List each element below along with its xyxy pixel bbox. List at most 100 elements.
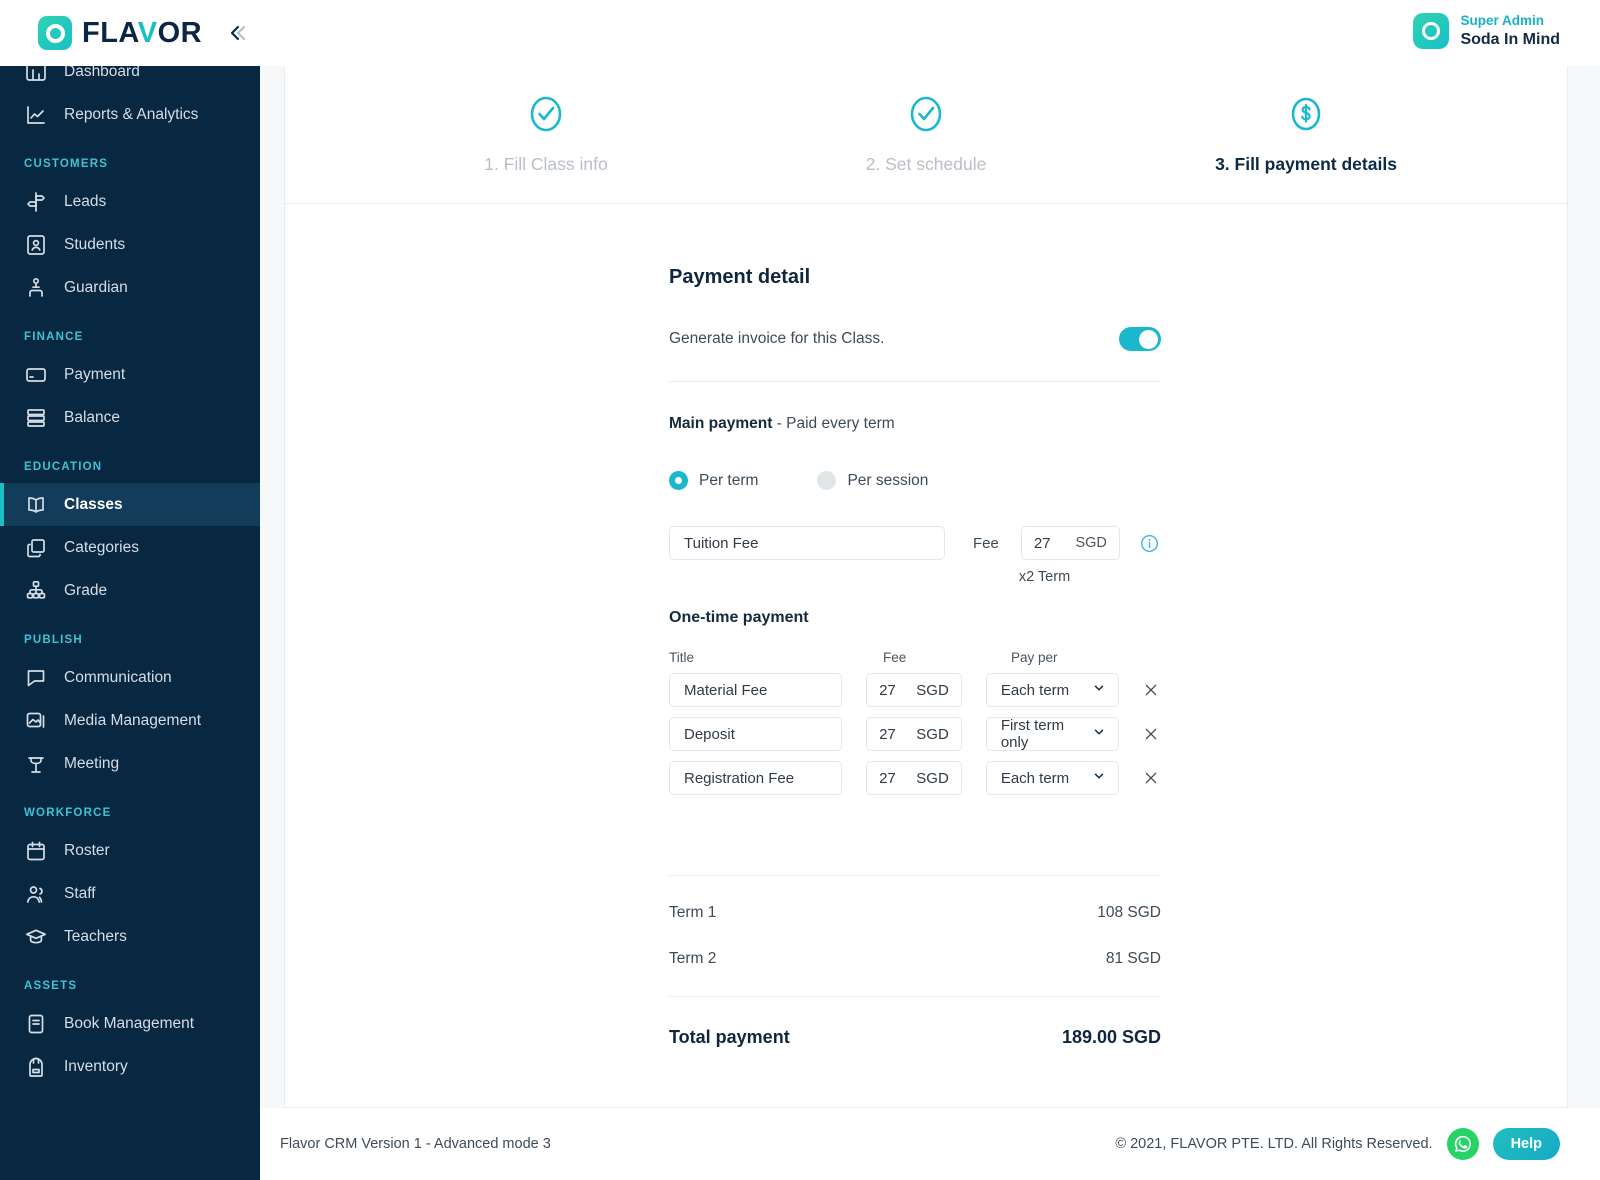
dollar-circle-icon	[1191, 94, 1421, 134]
sidebar-item-leads[interactable]: Leads	[0, 180, 260, 223]
close-x-icon[interactable]	[1141, 767, 1161, 789]
user-avatar-circle-icon	[1413, 13, 1450, 50]
sidebar-item-label: Students	[64, 235, 126, 253]
sidebar-item-label: Balance	[64, 408, 121, 426]
brand-logo[interactable]: FLAVOR	[38, 16, 202, 50]
onetime-pay-per-select[interactable]: Each term	[985, 673, 1120, 707]
tuition-currency: SGD	[1075, 535, 1107, 551]
main-payment-heading-bold: Main payment	[669, 415, 773, 432]
book-icon	[24, 1012, 48, 1036]
main-content: 1. Fill Class info 2. Set schedule 3. Fi…	[260, 58, 1600, 1108]
tuition-amount-value: 27	[1033, 534, 1051, 552]
sidebar-item-categories[interactable]: Categories	[0, 526, 260, 569]
frequency-radio-group: Per term Per session	[669, 471, 1161, 490]
analytics-icon	[24, 103, 48, 127]
sidebar-item-book-management[interactable]: Book Management	[0, 1002, 260, 1045]
sidebar-item-communication[interactable]: Communication	[0, 656, 260, 699]
sidebar-item-balance[interactable]: Balance	[0, 396, 260, 439]
sidebar-item-label: Staff	[64, 884, 96, 902]
close-x-icon[interactable]	[1141, 679, 1161, 701]
step-1[interactable]: 1. Fill Class info	[431, 94, 661, 175]
radio-per-term[interactable]: Per term	[669, 471, 758, 490]
onetime-pay-per-select[interactable]: First term only	[985, 717, 1120, 751]
podium-icon	[24, 752, 48, 776]
sidebar-item-label: Teachers	[64, 927, 127, 945]
onetime-amount-value: 27	[879, 769, 896, 787]
whatsapp-icon[interactable]	[1446, 1128, 1479, 1160]
sidebar-item-classes[interactable]: Classes	[0, 483, 260, 526]
flavor-circle-logo-icon	[38, 16, 72, 50]
step-2-label: 2. Set schedule	[865, 154, 987, 174]
onetime-fee-input[interactable]: 27 SGD	[866, 761, 962, 795]
people-icon	[24, 882, 48, 906]
sidebar-item-meeting[interactable]: Meeting	[0, 742, 260, 785]
radio-per-session[interactable]: Per session	[817, 471, 928, 490]
column-header-title: Title	[669, 650, 695, 665]
balance-sheet-icon	[24, 406, 48, 430]
onetime-title-input[interactable]: Deposit	[669, 717, 843, 751]
sidebar-group-label-finance: FINANCE	[24, 331, 84, 343]
app-root: FLAVOR Super Admin Soda In Mind Dashboar…	[0, 0, 1600, 1180]
main-payment-heading: Main payment - Paid every term	[669, 415, 1161, 433]
tuition-fee-amount-input[interactable]: 27 SGD	[1020, 526, 1120, 560]
user-role: Super Admin	[1460, 13, 1544, 28]
onetime-table-header: Title Fee Pay per	[669, 650, 1161, 665]
info-circle-icon[interactable]	[1140, 534, 1159, 553]
sidebar-item-label: Categories	[64, 538, 139, 556]
sidebar-item-label: Classes	[64, 495, 123, 513]
onetime-pay-per-select[interactable]: Each term	[985, 761, 1120, 795]
sidebar-item-grade[interactable]: Grade	[0, 569, 260, 612]
step-3-label: 3. Fill payment details	[1215, 154, 1397, 174]
chevron-double-left-icon[interactable]	[222, 18, 252, 48]
step-1-label: 1. Fill Class info	[484, 154, 608, 174]
user-profile[interactable]: Super Admin Soda In Mind	[1413, 13, 1560, 50]
wizard-steps: 1. Fill Class info 2. Set schedule 3. Fi…	[285, 58, 1567, 204]
sidebar-item-payment[interactable]: Payment	[0, 353, 260, 396]
sidebar-item-roster[interactable]: Roster	[0, 829, 260, 872]
calendar-icon	[24, 839, 48, 863]
sidebar-item-teachers[interactable]: Teachers	[0, 915, 260, 958]
sidebar-item-label: Inventory	[64, 1057, 128, 1075]
sidebar-item-media-management[interactable]: Media Management	[0, 699, 260, 742]
signpost-icon	[24, 190, 48, 214]
onetime-payment-title: One-time payment	[669, 609, 809, 626]
check-circle-icon	[811, 94, 1041, 134]
term-2-value: 81 SGD	[1105, 950, 1161, 967]
chevron-down-icon	[1092, 769, 1106, 787]
sidebar-item-inventory[interactable]: Inventory	[0, 1045, 260, 1088]
sidebar-item-label: Grade	[64, 581, 108, 599]
sidebar-item-label: Leads	[64, 192, 107, 210]
totals-section: Term 1 108 SGD Term 2 81 SGD Total payme…	[669, 875, 1161, 1048]
tuition-title-input[interactable]: Tuition Fee	[669, 526, 945, 560]
sidebar-item-reports-analytics[interactable]: Reports & Analytics	[0, 93, 260, 136]
grand-total-row: Total payment 189.00 SGD	[669, 996, 1161, 1048]
radio-per-term-label: Per term	[699, 471, 759, 489]
student-card-icon	[24, 233, 48, 257]
onetime-title-input[interactable]: Material Fee	[669, 673, 843, 707]
step-2[interactable]: 2. Set schedule	[811, 94, 1041, 175]
onetime-row: Deposit 27 SGD First term only	[669, 717, 1161, 751]
sidebar-item-label: Roster	[64, 841, 110, 859]
radio-per-session-label: Per session	[847, 471, 929, 489]
onetime-row: Material Fee 27 SGD Each term	[669, 673, 1161, 707]
step-3[interactable]: 3. Fill payment details	[1191, 94, 1421, 175]
onetime-fee-input[interactable]: 27 SGD	[866, 717, 962, 751]
guardian-icon	[24, 276, 48, 300]
column-header-pay-per: Pay per	[1011, 650, 1058, 665]
generate-invoice-toggle[interactable]	[1119, 327, 1161, 351]
onetime-title-input[interactable]: Registration Fee	[669, 761, 843, 795]
sidebar-item-guardian[interactable]: Guardian	[0, 266, 260, 309]
app-version: Flavor CRM Version 1 - Advanced mode 3	[280, 1136, 551, 1152]
radio-dot-icon	[669, 471, 688, 490]
help-button[interactable]: Help	[1492, 1128, 1560, 1160]
close-x-icon[interactable]	[1141, 723, 1161, 745]
term-multiplier-note: x2 Term	[1018, 569, 1071, 585]
fee-label: Fee	[973, 534, 999, 552]
sidebar-item-students[interactable]: Students	[0, 223, 260, 266]
sidebar-item-staff[interactable]: Staff	[0, 872, 260, 915]
term-1-label: Term 1	[669, 904, 717, 921]
sidebar-item-label: Guardian	[64, 278, 128, 296]
onetime-fee-input[interactable]: 27 SGD	[866, 673, 962, 707]
payment-form: Payment detail Generate invoice for this…	[285, 204, 1567, 1048]
sidebar-item-label: Media Management	[64, 711, 201, 729]
